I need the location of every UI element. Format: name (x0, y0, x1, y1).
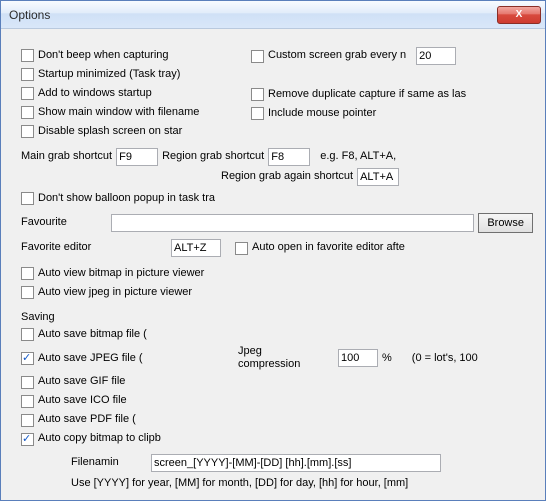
chk-show-main[interactable] (21, 106, 34, 119)
input-region-short[interactable] (268, 148, 310, 166)
lbl-add-startup: Add to windows startup (38, 87, 152, 100)
chk-include-mouse[interactable] (251, 107, 264, 120)
input-filename-pattern[interactable] (151, 454, 441, 472)
lbl-disable-splash: Disable splash screen on star (38, 125, 182, 138)
lbl-copy-clip: Auto copy bitmap to clipb (38, 432, 161, 445)
window-title: Options (9, 8, 50, 22)
lbl-region-again: Region grab again shortcut (221, 170, 353, 183)
chk-save-bmp[interactable] (21, 328, 34, 341)
options-window: Options X Don't beep when capturing Star… (0, 0, 546, 501)
chk-auto-view-jpg[interactable] (21, 286, 34, 299)
lbl-favourite: Favourite (21, 216, 111, 229)
chk-dont-balloon[interactable] (21, 192, 34, 205)
lbl-save-ico: Auto save ICO file (38, 394, 127, 407)
chk-remove-dup[interactable] (251, 88, 264, 101)
chk-dont-beep[interactable] (21, 49, 34, 62)
close-button[interactable]: X (497, 6, 541, 24)
lbl-startup-min: Startup minimized (Task tray) (38, 68, 180, 81)
lbl-dont-balloon: Don't show balloon popup in task tra (38, 192, 215, 205)
section-saving: Saving (21, 311, 533, 324)
lbl-include-mouse: Include mouse pointer (268, 107, 376, 120)
browse-favourite-button[interactable]: Browse (478, 213, 533, 233)
lbl-save-gif: Auto save GIF file (38, 375, 125, 388)
lbl-pct: % (382, 352, 392, 365)
input-custom-n[interactable] (416, 47, 456, 65)
chk-disable-splash[interactable] (21, 125, 34, 138)
lbl-eg: e.g. F8, ALT+A, (320, 150, 396, 163)
close-icon: X (516, 9, 523, 20)
lbl-jpeg-hint: (0 = lot's, 100 (412, 352, 478, 365)
chk-auto-open-fav[interactable] (235, 242, 248, 255)
chk-save-gif[interactable] (21, 376, 34, 389)
chk-save-ico[interactable] (21, 395, 34, 408)
lbl-jpeg-comp: Jpeg compression (238, 345, 308, 371)
lbl-auto-view-bmp: Auto view bitmap in picture viewer (38, 267, 204, 280)
lbl-save-pdf: Auto save PDF file ( (38, 413, 136, 426)
lbl-save-jpg: Auto save JPEG file ( (38, 352, 178, 365)
lbl-dont-beep: Don't beep when capturing (38, 49, 169, 62)
lbl-auto-open-fav: Auto open in favorite editor afte (252, 241, 405, 254)
chk-copy-clip[interactable] (21, 433, 34, 446)
chk-startup-min[interactable] (21, 68, 34, 81)
input-fav-editor[interactable] (171, 239, 221, 257)
lbl-custom-grab: Custom screen grab every n (268, 49, 406, 62)
lbl-main-short: Main grab shortcut (21, 150, 112, 163)
lbl-fav-editor: Favorite editor (21, 241, 171, 254)
input-favourite[interactable] (111, 214, 474, 232)
lbl-remove-dup: Remove duplicate capture if same as las (268, 88, 466, 101)
lbl-show-main: Show main window with filename (38, 106, 199, 119)
lbl-region-short: Region grab shortcut (162, 150, 264, 163)
lbl-filenamin: Filenamin (71, 456, 151, 469)
chk-custom-grab[interactable] (251, 50, 264, 63)
lbl-use-hint: Use [YYYY] for year, [MM] for month, [DD… (71, 477, 408, 490)
lbl-save-bmp: Auto save bitmap file ( (38, 328, 147, 341)
chk-save-jpg[interactable] (21, 352, 34, 365)
input-jpeg-q[interactable] (338, 349, 378, 367)
titlebar: Options X (1, 1, 545, 29)
input-main-short[interactable] (116, 148, 158, 166)
input-region-again[interactable] (357, 168, 399, 186)
chk-add-startup[interactable] (21, 87, 34, 100)
chk-save-pdf[interactable] (21, 414, 34, 427)
content-area: Don't beep when capturing Startup minimi… (1, 29, 545, 501)
lbl-auto-view-jpg: Auto view jpeg in picture viewer (38, 286, 192, 299)
chk-auto-view-bmp[interactable] (21, 267, 34, 280)
